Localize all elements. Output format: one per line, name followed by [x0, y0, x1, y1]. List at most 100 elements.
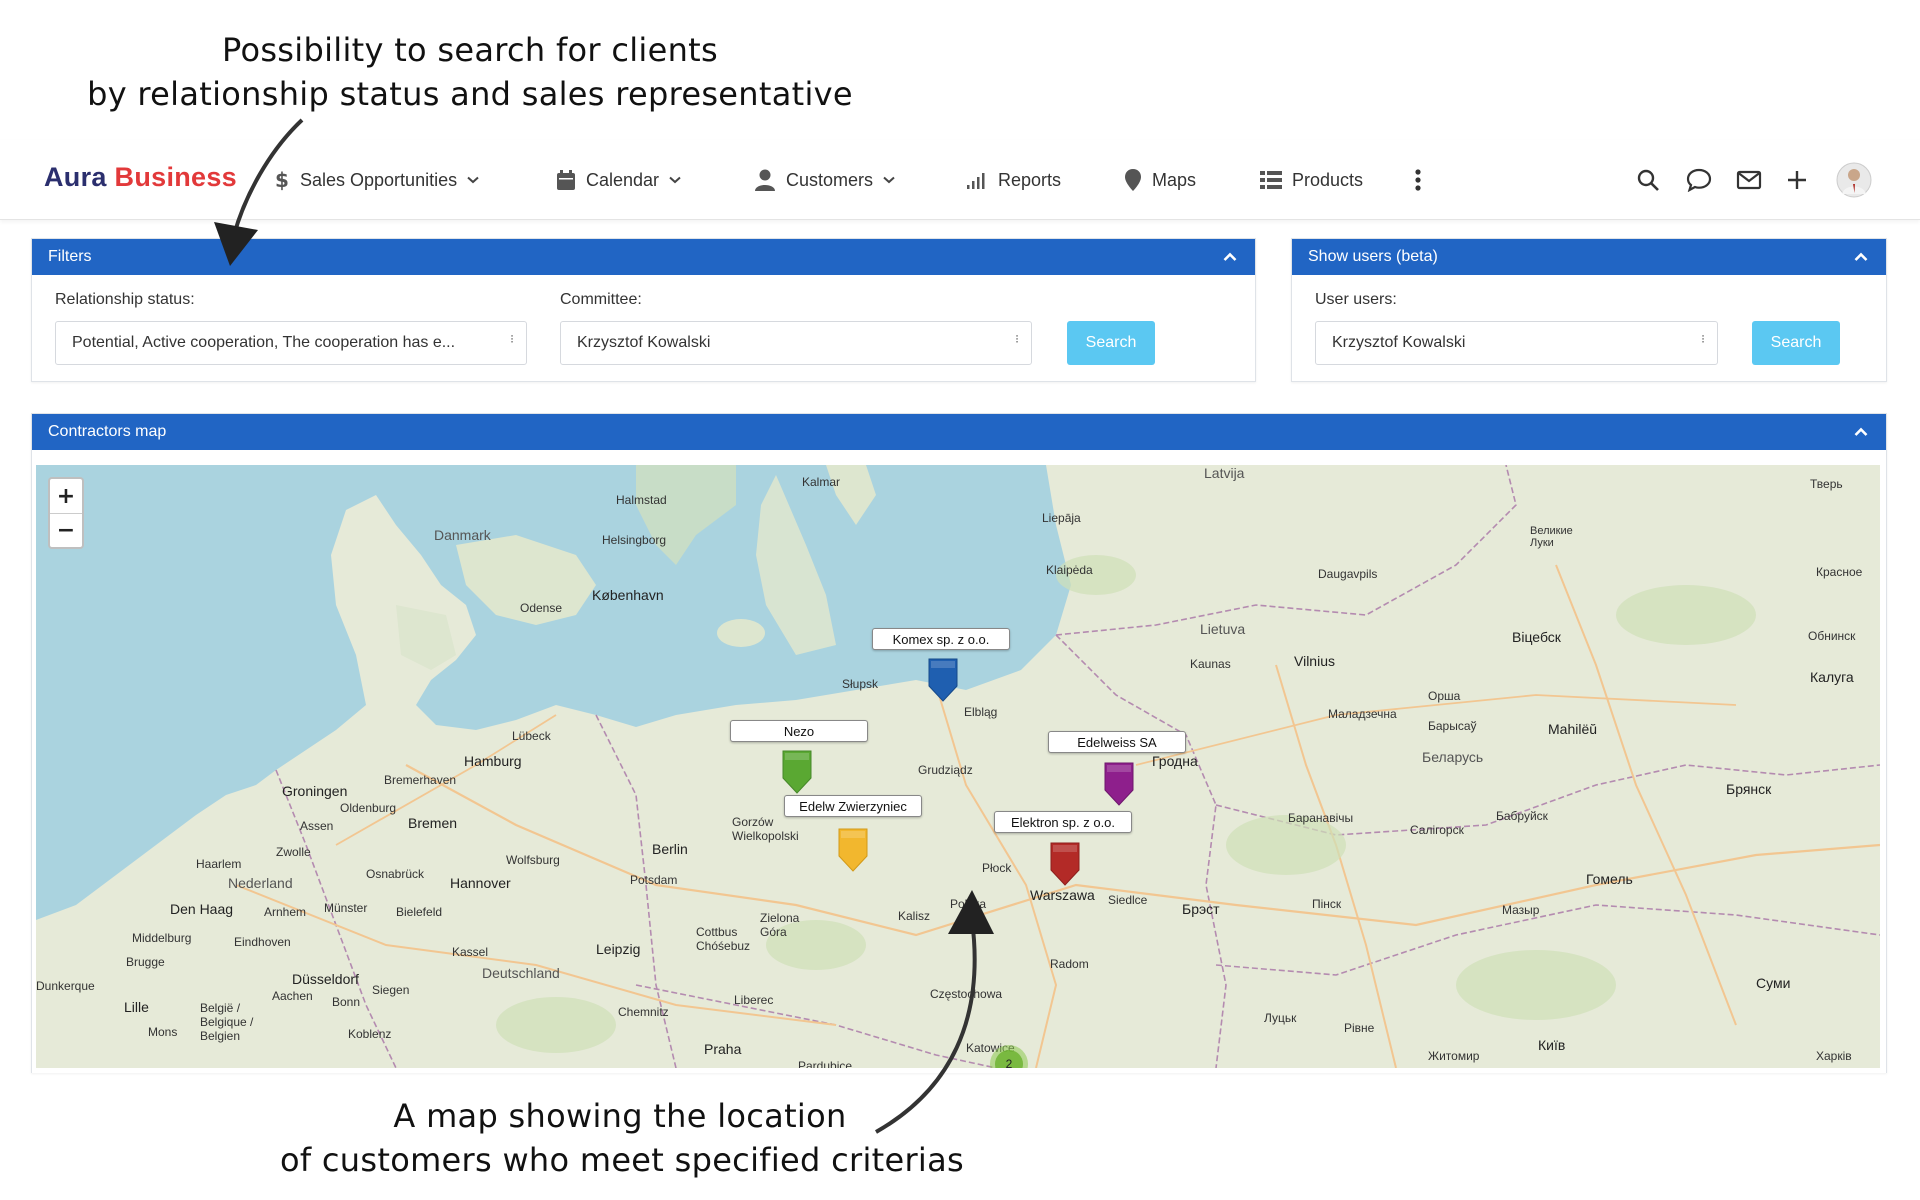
marker-label-nezo[interactable]: Nezo: [730, 720, 868, 742]
filters-panel-header[interactable]: Filters: [32, 239, 1255, 275]
mail-button[interactable]: [1736, 160, 1762, 200]
place-label: Den Haag: [170, 901, 234, 917]
nav-calendar[interactable]: Calendar: [556, 160, 681, 200]
place-label: Mahilёŭ: [1548, 721, 1598, 737]
plus-icon: [1788, 171, 1806, 189]
place-label: Vilnius: [1294, 653, 1335, 669]
place-label: België / Belgique / Belgien: [200, 1001, 254, 1043]
add-button[interactable]: [1786, 160, 1808, 200]
place-label: Częstochowa: [930, 987, 1003, 1001]
nav-customers[interactable]: Customers: [754, 160, 895, 200]
select-value: Krzysztof Kowalski: [1332, 334, 1466, 351]
place-label: Zielona Góra: [760, 911, 800, 939]
marker-label-edelw-zwierzyniec[interactable]: Edelw Zwierzyniec: [784, 795, 922, 817]
filters-panel: Filters Relationship status: Potential, …: [31, 238, 1256, 382]
place-label: Калуга: [1810, 669, 1854, 685]
place-label: Warszawa: [1030, 887, 1095, 903]
chevron-up-icon[interactable]: [1854, 252, 1868, 262]
search-button[interactable]: [1636, 160, 1660, 200]
top-navbar: Aura Business $ Sales Opportunities Cale…: [0, 140, 1920, 220]
place-label: Daugavpils: [1318, 567, 1378, 581]
map-marker-edelw-zwierzyniec[interactable]: [836, 828, 870, 872]
relationship-status-select[interactable]: Potential, Active cooperation, The coope…: [55, 321, 527, 365]
place-label: Пінск: [1312, 897, 1342, 911]
place-label: Lietuva: [1200, 621, 1246, 637]
avatar: [1836, 162, 1872, 198]
place-label: Grudziądz: [918, 763, 973, 777]
zoom-in-button[interactable]: +: [50, 479, 82, 513]
marker-label-elektron[interactable]: Elektron sp. z o.o.: [994, 811, 1132, 833]
cluster-count: 2: [995, 1050, 1023, 1068]
list-icon: [1260, 171, 1282, 189]
marker-label-komex[interactable]: Komex sp. z o.o.: [872, 628, 1010, 650]
place-label: Radom: [1050, 957, 1089, 971]
user-avatar-button[interactable]: [1836, 160, 1872, 200]
map-marker-komex[interactable]: [926, 658, 960, 702]
committee-select[interactable]: Krzysztof Kowalski ⁝: [560, 321, 1032, 365]
place-label: Leipzig: [596, 941, 641, 957]
nav-label: Calendar: [586, 169, 660, 190]
select-value: Krzysztof Kowalski: [577, 334, 711, 351]
place-label: Lille: [124, 999, 149, 1015]
place-label: Berlin: [652, 841, 688, 857]
zoom-out-button[interactable]: −: [50, 513, 82, 547]
map-marker-edelweiss-sa[interactable]: [1102, 762, 1136, 806]
place-label: Мазыр: [1502, 903, 1540, 917]
marker-label-edelweiss-sa[interactable]: Edelweiss SA: [1048, 731, 1186, 753]
contractors-map-header[interactable]: Contractors map: [32, 414, 1886, 450]
chat-button[interactable]: [1686, 160, 1712, 200]
nav-products[interactable]: Products: [1260, 160, 1363, 200]
place-label: Bremerhaven: [384, 773, 457, 787]
place-label: Osnabrück: [366, 867, 425, 881]
chevron-down-icon: [883, 176, 895, 184]
place-label: Луцьк: [1264, 1011, 1297, 1025]
place-label: Kalisz: [898, 909, 931, 923]
chat-icon: [1686, 168, 1712, 192]
annotation-map: A map showing the location of customers …: [280, 1094, 964, 1182]
nav-reports[interactable]: Reports: [966, 160, 1061, 200]
place-label: Гродна: [1152, 753, 1198, 769]
nav-label: Customers: [786, 169, 874, 190]
filters-search-button[interactable]: Search: [1067, 321, 1155, 365]
place-label: Słupsk: [842, 677, 879, 691]
chevron-up-icon[interactable]: [1854, 427, 1868, 437]
annotation-line: A map showing the location: [393, 1097, 847, 1135]
signal-bars-icon: [967, 173, 985, 189]
place-label: Великие Луки: [1530, 525, 1573, 549]
place-label: Groningen: [282, 783, 348, 799]
place-label: Brugge: [126, 955, 165, 969]
place-label: Mons: [148, 1025, 178, 1039]
users-label: User users:: [1315, 291, 1397, 308]
select-value: Potential, Active cooperation, The coope…: [72, 334, 456, 351]
users-select[interactable]: Krzysztof Kowalski ⁝: [1315, 321, 1718, 365]
map-marker-nezo[interactable]: [780, 750, 814, 794]
show-users-panel-header[interactable]: Show users (beta): [1292, 239, 1886, 275]
more-menu-button[interactable]: [1414, 160, 1422, 200]
place-label: Bonn: [332, 995, 361, 1009]
place-label: Kassel: [452, 945, 489, 959]
place-label: Cottbus Chóśebuz: [696, 925, 751, 953]
place-label: Płock: [982, 861, 1012, 875]
chevron-down-icon: [669, 176, 681, 184]
contractors-map[interactable]: + − Latvija Тверь Danmark Halmstad Kalma…: [36, 465, 1880, 1068]
place-label: Klaipėda: [1046, 563, 1093, 577]
place-label: Halmstad: [616, 493, 667, 507]
place-label: Тверь: [1810, 477, 1843, 491]
chevron-down-icon: [467, 176, 479, 184]
place-label: Odense: [520, 601, 563, 615]
panel-title: Filters: [48, 248, 92, 265]
users-search-button[interactable]: Search: [1752, 321, 1840, 365]
place-label: Helsingborg: [602, 533, 667, 547]
place-label: Баранавічы: [1288, 811, 1354, 825]
nav-maps[interactable]: Maps: [1124, 160, 1196, 200]
place-label: København: [592, 587, 664, 603]
mail-icon: [1736, 170, 1762, 190]
chevron-up-icon[interactable]: [1223, 252, 1237, 262]
nav-sales-opportunities[interactable]: $ Sales Opportunities: [274, 160, 479, 200]
place-label: Рівне: [1344, 1021, 1375, 1035]
brand-logo[interactable]: Aura Business: [44, 162, 237, 193]
place-label: Arnhem: [264, 905, 307, 919]
place-label: Салігорск: [1410, 823, 1464, 837]
annotation-line: Possibility to search for clients: [221, 31, 718, 69]
map-marker-elektron[interactable]: [1048, 842, 1082, 886]
